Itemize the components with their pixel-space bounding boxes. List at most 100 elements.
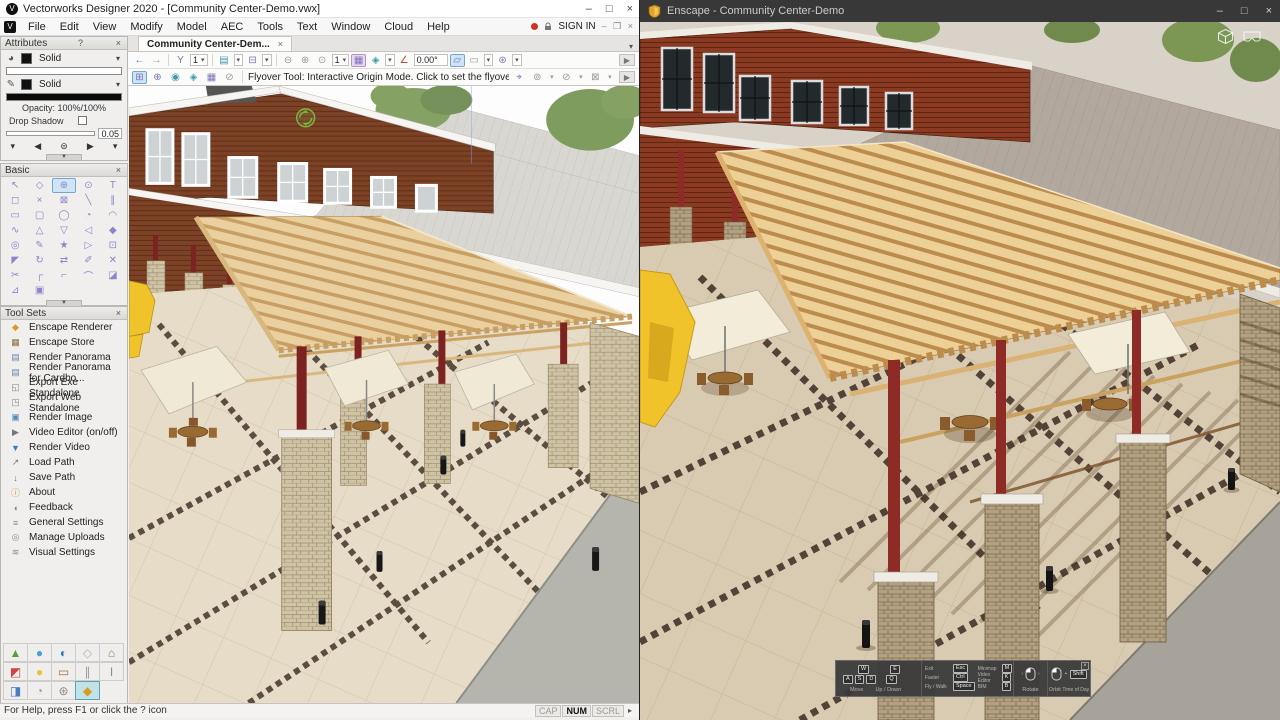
start-marker-button[interactable]: ◀ bbox=[34, 141, 41, 152]
fillet-tool[interactable]: ⌐ bbox=[52, 268, 76, 283]
menu-view[interactable]: View bbox=[86, 20, 124, 34]
mode-grid-icon[interactable]: ▦ bbox=[204, 72, 219, 83]
extrude-tool[interactable]: ⊠ bbox=[52, 193, 76, 208]
menu-modify[interactable]: Modify bbox=[123, 20, 169, 34]
render-mode-icon[interactable]: ◈ bbox=[368, 55, 383, 66]
doc-close-button[interactable]: × bbox=[628, 21, 635, 31]
chamfer-tool[interactable]: ⌒ bbox=[76, 268, 100, 283]
mode-working-plane-icon[interactable]: ◉ bbox=[168, 72, 183, 83]
pen-preview-bar[interactable] bbox=[6, 93, 122, 101]
trim-tool[interactable]: ✕ bbox=[101, 253, 125, 268]
saved-views-icon[interactable]: Y bbox=[173, 55, 188, 66]
polyline-tool[interactable]: ▽ bbox=[52, 223, 76, 238]
rectangle-tool[interactable]: ▭ bbox=[3, 208, 27, 223]
vw-close-button[interactable]: × bbox=[627, 3, 633, 15]
percent-mode-icon[interactable]: ⊠ bbox=[588, 72, 603, 83]
fill-style-select[interactable]: Solid ▾ bbox=[36, 52, 123, 65]
toolset-item-video-editor[interactable]: ▶ Video Editor (on/off) bbox=[1, 425, 127, 440]
triangle-tool[interactable]: △ bbox=[27, 223, 51, 238]
toolset-tile-icon[interactable]: ◇ bbox=[75, 643, 100, 662]
menu-cloud[interactable]: Cloud bbox=[377, 20, 420, 34]
arc-tool[interactable]: ◠ bbox=[101, 208, 125, 223]
wand-tool[interactable]: ★ bbox=[52, 238, 76, 253]
toolset-water-icon[interactable]: ● bbox=[27, 643, 52, 662]
tab-close-icon[interactable]: × bbox=[278, 39, 283, 49]
symbol-flower-icon[interactable]: ⊛ bbox=[495, 55, 510, 66]
fill-color-swatch[interactable] bbox=[21, 52, 32, 64]
mode-overflow-button[interactable]: ▶ bbox=[618, 71, 635, 83]
circle-tool[interactable]: ◯ bbox=[52, 208, 76, 223]
toolset-beam-icon[interactable]: I bbox=[99, 662, 124, 681]
toolset-mouse-icon[interactable]: ◔ bbox=[27, 681, 52, 700]
gear-dropdown[interactable]: ▾ bbox=[548, 73, 556, 81]
toolset-terrain-icon[interactable]: ▲ bbox=[3, 643, 28, 662]
layers-icon[interactable]: ▤ bbox=[217, 55, 232, 66]
toolset-globe-icon[interactable]: ◐ bbox=[51, 643, 76, 662]
doc-minimize-button[interactable]: – bbox=[602, 21, 609, 31]
menu-model[interactable]: Model bbox=[170, 20, 214, 34]
knife-tool[interactable]: ✐ bbox=[76, 253, 100, 268]
toolset-item-load-path[interactable]: ↗ Load Path bbox=[1, 455, 127, 470]
tool-sets-close-button[interactable]: × bbox=[114, 308, 123, 318]
toolset-puzzle-icon[interactable]: ◨ bbox=[3, 681, 28, 700]
basic-close-button[interactable]: × bbox=[114, 165, 123, 175]
drawing-canvas[interactable] bbox=[129, 86, 639, 703]
vw-minimize-button[interactable]: – bbox=[586, 3, 592, 15]
marker-style-dropdown[interactable]: ▾ bbox=[11, 141, 16, 152]
announce-tool[interactable]: ◤ bbox=[3, 253, 27, 268]
attribute-mapping-tool[interactable]: ⊡ bbox=[101, 238, 125, 253]
pan-tool[interactable]: ◇ bbox=[27, 178, 51, 193]
mode-interactive-origin-icon[interactable]: ⊞ bbox=[132, 70, 147, 84]
menu-window[interactable]: Window bbox=[324, 20, 377, 34]
layer-select[interactable]: ▾ bbox=[233, 54, 244, 66]
toolset-building-icon[interactable]: ⌂ bbox=[99, 643, 124, 662]
toolset-item-enscape-store[interactable]: ▦ Enscape Store bbox=[1, 335, 127, 350]
toolset-item-save-path[interactable]: ↓ Save Path bbox=[1, 470, 127, 485]
selection-tool[interactable]: ↖ bbox=[3, 178, 27, 193]
enscape-minimize-button[interactable]: – bbox=[1217, 5, 1223, 17]
line-weight-slider[interactable] bbox=[6, 130, 96, 136]
freehand-tool[interactable]: ∿ bbox=[3, 223, 27, 238]
rotation-angle-field[interactable]: 0.00° bbox=[413, 54, 448, 66]
rotate-tool[interactable]: ↻ bbox=[27, 253, 51, 268]
line-weight-value[interactable]: 0.05 bbox=[98, 127, 122, 139]
brush-tool[interactable]: ✎ bbox=[27, 238, 51, 253]
toolset-shapes-icon[interactable]: ◩ bbox=[3, 662, 28, 681]
document-tab[interactable]: Community Center-Dem... × bbox=[138, 36, 293, 51]
toolset-item-export-web[interactable]: ◳ Export Web Standalone bbox=[1, 392, 127, 414]
menu-tools[interactable]: Tools bbox=[250, 20, 290, 34]
class-icon[interactable]: ⊟ bbox=[245, 55, 260, 66]
toolset-item-feedback[interactable]: ◖ Feedback bbox=[1, 500, 127, 515]
mode-look-at-icon[interactable]: ◈ bbox=[186, 72, 201, 83]
enscape-viewport[interactable] bbox=[640, 22, 1280, 720]
attributes-help-button[interactable]: ? bbox=[76, 38, 85, 48]
ellipse-tool[interactable]: ◔ bbox=[76, 208, 100, 223]
toolset-furniture-icon[interactable]: ▭ bbox=[51, 662, 76, 681]
flyover-tool[interactable]: ⊕ bbox=[51, 178, 77, 193]
fill-preview-bar[interactable] bbox=[6, 67, 122, 75]
vw-maximize-button[interactable]: □ bbox=[606, 3, 613, 15]
magnifier-icon[interactable]: ⊙ bbox=[315, 55, 330, 66]
menu-help[interactable]: Help bbox=[420, 20, 457, 34]
double-line-tool[interactable]: ∥ bbox=[101, 193, 125, 208]
toolbar-overflow-button[interactable]: ▶ bbox=[618, 54, 635, 66]
scissors-tool[interactable]: ✂ bbox=[3, 268, 27, 283]
toolset-item-visual-settings[interactable]: ≋ Visual Settings bbox=[1, 545, 127, 560]
regular-polygon-tool[interactable]: ◆ bbox=[101, 223, 125, 238]
attributes-collapse-button[interactable]: ▼ bbox=[46, 153, 82, 161]
attributes-close-button[interactable]: × bbox=[114, 38, 123, 48]
class-select[interactable]: ▾ bbox=[262, 54, 272, 66]
mode-constrain-icon[interactable]: ⊘ bbox=[222, 72, 237, 83]
polygon-tool[interactable]: ◁ bbox=[76, 223, 100, 238]
zoom-tool[interactable]: ⊙ bbox=[76, 178, 100, 193]
callout-tool[interactable]: ◻ bbox=[3, 193, 27, 208]
layout-select[interactable]: ▾ bbox=[483, 54, 494, 66]
toolset-item-manage-uploads[interactable]: ◎ Manage Uploads bbox=[1, 530, 127, 545]
offset-tool[interactable]: ⊿ bbox=[3, 283, 27, 298]
resize-tool[interactable]: ▣ bbox=[27, 283, 51, 298]
mirror-tool[interactable]: ⇄ bbox=[52, 253, 76, 268]
text-tool[interactable]: T bbox=[101, 178, 125, 193]
toolset-item-render-video[interactable]: ▼ Render Video bbox=[1, 440, 127, 455]
corner-tool[interactable]: ┌ bbox=[27, 268, 51, 283]
zoom-in-page-icon[interactable]: ⊕ bbox=[298, 55, 313, 66]
